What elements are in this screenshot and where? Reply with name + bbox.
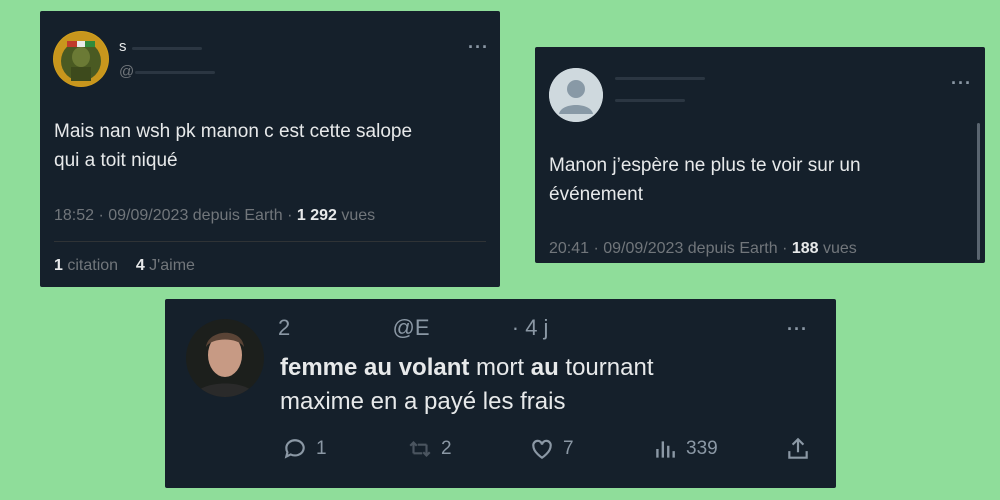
citations-label: citation — [62, 257, 119, 274]
reply-button[interactable]: 1 — [282, 436, 327, 462]
tweet-timestamp: 20:41 · 09/09/2023 depuis Earth · — [549, 240, 792, 257]
display-name-partial: 2 — [278, 315, 291, 340]
tweet-card-3[interactable]: 2 @E · 4 j ··· femme au volant mort au t… — [165, 299, 836, 488]
avatar[interactable] — [53, 31, 109, 87]
heart-icon — [532, 439, 552, 459]
tweet-header: 2 @E · 4 j — [278, 315, 548, 341]
tweet-text: Manon j’espère ne plus te voir sur un év… — [549, 151, 861, 209]
text-segment: mort — [469, 354, 531, 381]
retweet-button[interactable]: 2 — [407, 436, 452, 462]
reply-count: 1 — [316, 438, 327, 459]
tweet-text-line-2: qui a toit niqué — [54, 150, 178, 171]
views-count: 339 — [686, 438, 718, 459]
views-icon — [656, 441, 675, 458]
likes-label: J'aime — [144, 257, 195, 274]
avatar-art-icon — [54, 32, 108, 86]
divider — [54, 241, 486, 242]
tweet-card-2[interactable]: ··· Manon j’espère ne plus te voir sur u… — [535, 47, 985, 263]
handle-partial: @ — [119, 63, 135, 80]
views-count: 188 — [791, 240, 819, 257]
tweet-meta: 20:41 · 09/09/2023 depuis Earth · 188 vu… — [549, 240, 857, 258]
tweet-meta: 18:52 · 09/09/2023 depuis Earth · 1 292 … — [54, 207, 375, 225]
more-options-button[interactable]: ··· — [787, 319, 808, 340]
views-label: vues — [818, 240, 857, 257]
display-name-partial: s — [119, 38, 127, 55]
tweet-timestamp: 18:52 · 09/09/2023 depuis Earth · — [54, 207, 297, 224]
more-options-button[interactable]: ··· — [468, 37, 489, 58]
views-label: vues — [336, 207, 376, 224]
tweet-text-line-2: maxime en a payé les frais — [280, 388, 566, 415]
citations-count: 1 — [54, 257, 63, 274]
default-profile-icon — [549, 68, 603, 122]
scrollbar[interactable] — [977, 123, 980, 260]
like-button[interactable]: 7 — [529, 436, 574, 462]
tweet-text-line-1: Mais nan wsh pk manon c est cette salope — [54, 121, 413, 142]
share-button[interactable] — [785, 436, 811, 462]
like-count: 7 — [563, 438, 574, 459]
share-icon — [788, 437, 808, 459]
likes-count: 4 — [135, 257, 145, 274]
views-count: 1 292 — [296, 207, 337, 224]
tweet-card-1[interactable]: s @ ··· Mais nan wsh pk manon c est cett… — [40, 11, 500, 287]
citations-link[interactable]: 1 citation — [54, 257, 118, 274]
views-button[interactable]: 339 — [652, 436, 718, 462]
handle-partial: @E — [392, 315, 430, 340]
tweet-text: femme au volant mort au tournant maxime … — [280, 351, 653, 419]
tweet-text: Mais nan wsh pk manon c est cette salope… — [54, 117, 412, 175]
retweet-count: 2 — [441, 438, 452, 459]
highlight-1: femme au volant — [280, 354, 470, 381]
avatar[interactable] — [186, 319, 264, 397]
retweet-icon — [409, 440, 431, 458]
engagement-row: 1 citation 4 J'aime — [54, 257, 195, 275]
highlight-2: au — [530, 354, 559, 381]
reply-icon — [284, 439, 305, 459]
tweet-text-line-1: Manon j’espère ne plus te voir sur un — [549, 155, 861, 176]
avatar[interactable] — [549, 68, 603, 122]
profile-photo-icon — [186, 319, 264, 397]
likes-link[interactable]: 4 J'aime — [136, 257, 195, 274]
tweet-age: · 4 j — [511, 315, 549, 340]
text-segment: tournant — [558, 354, 654, 381]
more-options-button[interactable]: ··· — [951, 73, 972, 94]
tweet-text-line-1: femme au volant mort au tournant — [280, 351, 653, 385]
tweet-text-line-2: événement — [549, 184, 644, 205]
